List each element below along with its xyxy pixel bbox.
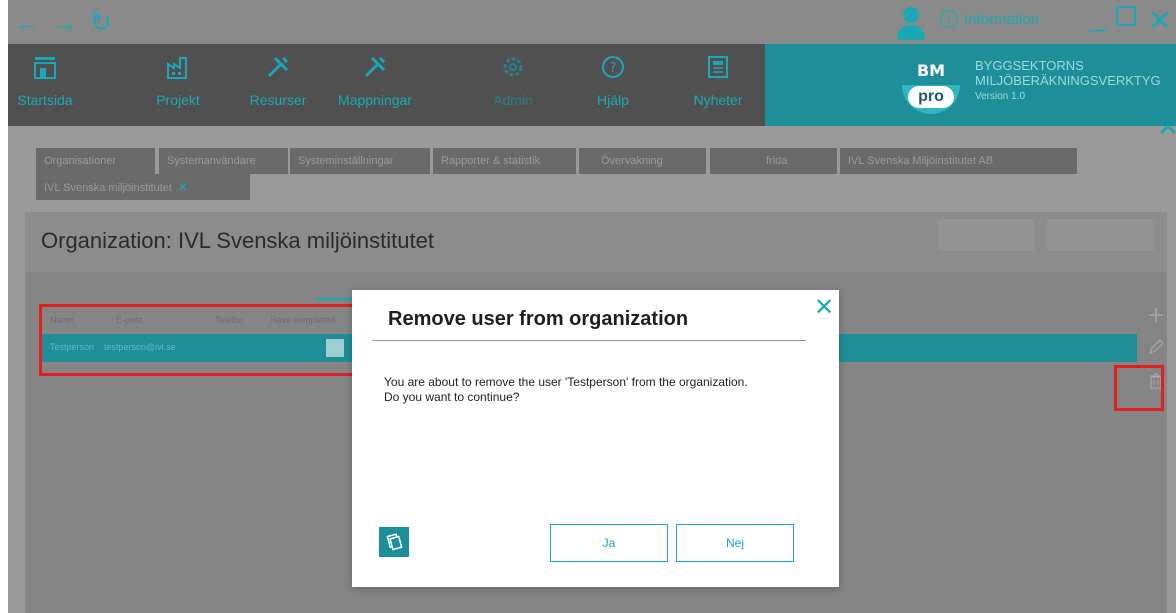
pencil-icon[interactable]: [1147, 338, 1165, 356]
dialog-message: You are about to remove the user 'Testpe…: [384, 375, 748, 405]
brand-name-line2: MILJÖBERÄKNINGSVERKTYG: [975, 73, 1161, 88]
chevron-up-icon[interactable]: [1158, 122, 1176, 136]
tools-icon: [267, 56, 289, 78]
factory-icon: [167, 57, 187, 79]
help-icon: ?: [602, 56, 624, 78]
home-icon: [34, 57, 56, 79]
brand-block: BM pro BYGGSEKTORNS MILJÖBERÄKNINGSVERKT…: [765, 44, 1176, 126]
highlight-box-delete: [1114, 365, 1164, 411]
tab-frida[interactable]: frida: [710, 148, 837, 174]
gear-icon: [503, 57, 523, 77]
nav-label: Hjälp: [597, 92, 629, 108]
tab-ivl-svenska-miljoinstitutet[interactable]: IVL Svenska miljöinstitutet ✕: [36, 174, 250, 200]
panel-header: Organization: IVL Svenska miljöinstitute…: [25, 212, 1167, 272]
dialog-title: Remove user from organization: [388, 308, 689, 330]
nav-item-projekt[interactable]: Projekt: [138, 44, 218, 126]
header-button-2[interactable]: [1046, 218, 1156, 252]
newspaper-icon: [708, 56, 728, 78]
brand-name: BYGGSEKTORNS MILJÖBERÄKNINGSVERKTYG: [975, 58, 1161, 88]
header-button-1[interactable]: [937, 218, 1035, 252]
nav-label: Mappningar: [338, 92, 412, 108]
logo-bm-text: BM: [902, 56, 960, 85]
tab-rapporter-statistik[interactable]: Rapporter & statistik: [433, 148, 576, 174]
yes-button[interactable]: Ja: [550, 524, 668, 562]
copy-icon: [386, 533, 403, 551]
tools-icon: [364, 56, 386, 78]
info-icon: i: [940, 10, 958, 28]
nav-label: Projekt: [156, 92, 200, 108]
tab-ivl-svenska-miljoinstitutet-ab[interactable]: IVL Svenska Miljöinstitutet AB: [840, 148, 1077, 174]
nav-item-resurser[interactable]: Resurser: [238, 44, 318, 126]
nav-item-startsida[interactable]: Startsida: [10, 44, 80, 126]
dialog-message-line2: Do you want to continue?: [384, 390, 520, 404]
brand-name-line1: BYGGSEKTORNS: [975, 58, 1084, 73]
refresh-icon[interactable]: ↻: [90, 6, 112, 38]
highlight-box-user-row: [39, 304, 357, 376]
forward-icon[interactable]: →: [52, 6, 78, 38]
maximize-icon[interactable]: [1116, 6, 1136, 26]
nav-label: Resurser: [249, 92, 307, 108]
no-button[interactable]: Nej: [676, 524, 794, 562]
information-button[interactable]: i Information: [940, 10, 1039, 28]
tab-close-icon[interactable]: ✕: [178, 180, 188, 194]
close-icon[interactable]: ✕: [1148, 4, 1171, 38]
nav-item-nyheter[interactable]: Nyheter: [678, 44, 758, 126]
tab-overvakning[interactable]: Övervakning: [579, 148, 706, 174]
brand-version: Version 1.0: [975, 91, 1026, 102]
nav-label: Nyheter: [693, 92, 743, 108]
tab-systemanvandare[interactable]: Systemanvändare: [159, 148, 288, 174]
bm-pro-logo: BM pro: [902, 56, 960, 114]
dialog-close-icon[interactable]: ✕: [814, 296, 834, 320]
back-icon[interactable]: ←: [14, 6, 40, 38]
copy-button[interactable]: [379, 527, 409, 557]
dialog-message-line1: You are about to remove the user 'Testpe…: [384, 375, 748, 389]
svg-text:?: ?: [610, 61, 617, 76]
minimize-icon[interactable]: _: [1090, 0, 1106, 34]
nav-item-admin[interactable]: Admin: [478, 44, 548, 126]
remove-user-dialog: Remove user from organization ✕ You are …: [352, 290, 839, 587]
nav-item-mappningar[interactable]: Mappningar: [325, 44, 425, 126]
tab-label: IVL Svenska miljöinstitutet: [44, 182, 172, 194]
tab-organisationer[interactable]: Organisationer: [36, 148, 155, 174]
dialog-divider: [372, 340, 806, 341]
nav-item-hjalp[interactable]: ? Hjälp: [583, 44, 643, 126]
user-icon[interactable]: [896, 6, 926, 40]
nav-label: Startsida: [17, 92, 73, 108]
page-title: Organization: IVL Svenska miljöinstitute…: [41, 228, 434, 253]
logo-pro-text: pro: [908, 86, 954, 108]
plus-icon[interactable]: [1147, 306, 1165, 324]
main-navigation: Startsida Projekt Resurser Mappningar Ad…: [8, 44, 1176, 126]
nav-label: Admin: [493, 92, 533, 108]
information-label: Information: [964, 10, 1040, 28]
tab-systeminstallningar[interactable]: Systeminställningar: [290, 148, 430, 174]
title-bar: ← → ↻ i Information _ ✕: [8, 0, 1176, 44]
